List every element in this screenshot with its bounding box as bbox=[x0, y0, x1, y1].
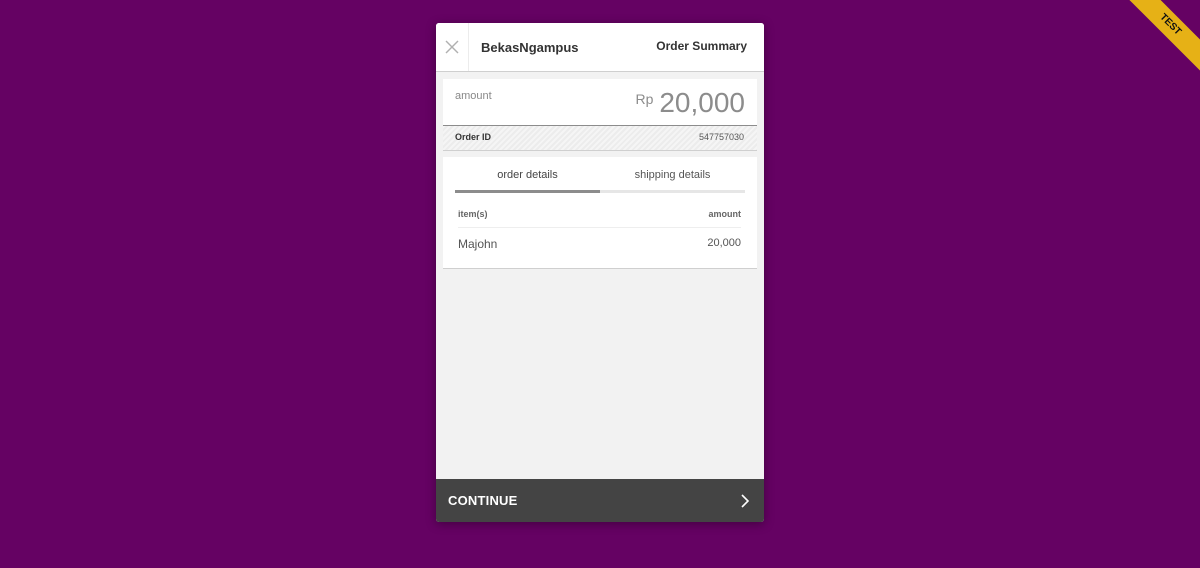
amount-label: amount bbox=[455, 90, 492, 102]
page-title: Order Summary bbox=[656, 39, 747, 53]
tab-shipping-details[interactable]: shipping details bbox=[600, 157, 745, 193]
modal-header: BekasNgampus Order Summary bbox=[436, 23, 764, 72]
item-name: Majohn bbox=[458, 237, 498, 251]
order-summary-modal: BekasNgampus Order Summary amount Rp 20,0… bbox=[436, 23, 764, 522]
merchant-name: BekasNgampus bbox=[481, 39, 579, 55]
order-id-value: 547757030 bbox=[698, 132, 744, 142]
continue-button[interactable]: CONTINUE bbox=[436, 479, 764, 522]
table-header: item(s) amount bbox=[458, 209, 741, 228]
chevron-right-icon bbox=[741, 494, 750, 508]
item-amount: 20,000 bbox=[707, 237, 741, 249]
tab-order-details[interactable]: order details bbox=[455, 157, 600, 193]
amount-number: 20,000 bbox=[659, 87, 745, 118]
close-button[interactable] bbox=[436, 23, 469, 71]
table-row: Majohn 20,000 bbox=[458, 237, 741, 251]
details-card: order details shipping details item(s) a… bbox=[443, 157, 757, 269]
close-icon bbox=[445, 40, 459, 54]
amount-value: Rp 20,000 bbox=[635, 87, 745, 119]
order-id-row: Order ID 547757030 bbox=[443, 126, 757, 151]
amount-card: amount Rp 20,000 bbox=[443, 79, 757, 126]
test-ribbon: TEST bbox=[1120, 0, 1200, 76]
continue-label: CONTINUE bbox=[448, 493, 518, 508]
order-id-label: Order ID bbox=[455, 132, 492, 142]
details-tabs: order details shipping details bbox=[455, 157, 745, 193]
column-header-items: item(s) bbox=[458, 209, 488, 219]
test-ribbon-container: TEST bbox=[1120, 0, 1200, 80]
column-header-amount: amount bbox=[708, 209, 742, 219]
amount-currency: Rp bbox=[635, 91, 654, 107]
